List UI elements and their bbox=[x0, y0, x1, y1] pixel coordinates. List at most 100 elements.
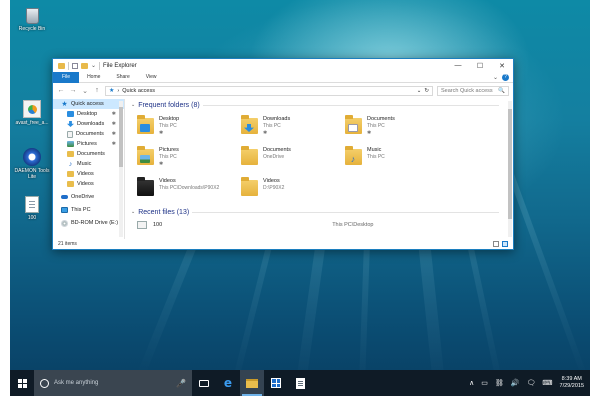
edge-button[interactable]: e bbox=[216, 370, 240, 396]
nav-item[interactable]: ★ Quick access bbox=[53, 99, 124, 109]
recycle-bin-icon bbox=[25, 8, 39, 24]
details-view-button[interactable] bbox=[493, 241, 499, 247]
tab-home[interactable]: Home bbox=[79, 72, 108, 83]
documents-icon bbox=[67, 130, 73, 138]
desktop-icon-daemon-tools[interactable]: DAEMON Tools Lite bbox=[10, 148, 54, 180]
nav-item[interactable]: Desktop ✱ bbox=[53, 109, 124, 119]
nav-scrollbar[interactable] bbox=[119, 101, 123, 237]
folder-name: Pictures bbox=[159, 147, 179, 153]
battery-icon[interactable]: ▭ bbox=[481, 379, 488, 387]
tab-share[interactable]: Share bbox=[108, 72, 137, 83]
nav-item[interactable]: ♪ Music bbox=[53, 159, 124, 169]
clock[interactable]: 8:39 AM 7/29/2015 bbox=[560, 376, 584, 390]
folder-tile[interactable]: Documents OneDrive bbox=[241, 146, 345, 171]
cortana-search-input[interactable]: Ask me anything 🎤 bbox=[34, 370, 192, 396]
customize-toolbar-icon[interactable]: ⌄ bbox=[91, 62, 96, 69]
file-explorer-icon bbox=[246, 378, 258, 388]
nav-item[interactable]: Downloads ✱ bbox=[53, 119, 124, 129]
network-icon[interactable]: ⛓ bbox=[495, 379, 504, 387]
address-dropdown-icon[interactable]: ⌄ bbox=[417, 88, 422, 94]
document-app-button[interactable] bbox=[288, 370, 312, 396]
expand-ribbon-icon[interactable]: ⌄ bbox=[493, 74, 498, 81]
folder-tile[interactable]: Downloads This PC ✱ bbox=[241, 115, 345, 140]
file-explorer-taskbar-button[interactable] bbox=[240, 370, 264, 396]
desktop-icon-label: Recycle Bin bbox=[18, 26, 46, 32]
folder-tile[interactable]: Documents This PC ✱ bbox=[345, 115, 449, 140]
folder-tile[interactable]: ♪ Music This PC bbox=[345, 146, 449, 171]
folder-icon bbox=[241, 177, 258, 196]
breadcrumb[interactable]: Quick access bbox=[122, 88, 155, 94]
folder-tile[interactable]: Videos This PC\Downloads\P90X2 bbox=[137, 177, 241, 202]
start-button[interactable] bbox=[10, 370, 34, 396]
collapse-icon: ⌄ bbox=[131, 209, 136, 215]
recent-file-location: This PC\Desktop bbox=[332, 222, 374, 228]
nav-item[interactable]: Videos bbox=[53, 179, 124, 189]
microphone-icon[interactable]: 🎤 bbox=[176, 379, 186, 388]
nav-item[interactable]: BD-ROM Drive (E:) bbox=[53, 218, 124, 228]
scrollbar-thumb[interactable] bbox=[508, 109, 512, 219]
volume-icon[interactable]: 🔊 bbox=[511, 379, 520, 387]
windows-logo-icon bbox=[17, 378, 27, 388]
new-folder-icon[interactable] bbox=[81, 62, 88, 69]
forward-button[interactable]: → bbox=[69, 87, 77, 94]
refresh-icon[interactable]: ↻ bbox=[424, 88, 429, 94]
show-hidden-icons-icon[interactable]: ∧ bbox=[469, 379, 474, 387]
nav-item-label: This PC bbox=[71, 207, 91, 213]
back-button[interactable]: ← bbox=[57, 87, 65, 94]
item-count: 21 items bbox=[58, 241, 77, 247]
folder-info: Documents This PC ✱ bbox=[367, 115, 395, 136]
pin-icon: ✱ bbox=[111, 141, 116, 147]
large-icons-view-button[interactable] bbox=[502, 241, 508, 247]
clock-time: 8:39 AM bbox=[561, 376, 582, 382]
properties-icon[interactable] bbox=[72, 62, 78, 69]
desktop-icon-recycle-bin[interactable]: Recycle Bin bbox=[10, 8, 54, 32]
frequent-folders-header[interactable]: ⌄ Frequent folders (8) bbox=[125, 99, 513, 111]
nav-item[interactable]: This PC bbox=[53, 205, 124, 215]
address-bar[interactable]: ★ › Quick access ⌄ ↻ bbox=[105, 85, 433, 96]
folder-icon bbox=[137, 177, 154, 196]
nav-item-label: BD-ROM Drive (E:) bbox=[71, 220, 119, 226]
nav-item[interactable]: Documents bbox=[53, 149, 124, 159]
document-icon bbox=[295, 377, 305, 389]
title-bar[interactable]: ⌄ File Explorer — ☐ ✕ bbox=[53, 59, 513, 72]
divider bbox=[202, 104, 499, 106]
tab-file[interactable]: File bbox=[53, 71, 80, 83]
folder-tile[interactable]: Videos D:\P90X2 bbox=[241, 177, 345, 202]
notifications-icon[interactable]: 🗨 bbox=[527, 379, 536, 387]
tab-view[interactable]: View bbox=[138, 72, 165, 83]
search-placeholder: Search Quick access bbox=[441, 87, 493, 94]
folder-icon bbox=[58, 62, 65, 69]
pin-icon: ✱ bbox=[111, 111, 116, 117]
close-button[interactable]: ✕ bbox=[491, 59, 513, 72]
recent-locations-button[interactable]: ⌄ bbox=[81, 87, 89, 95]
desktop-icon-installer[interactable]: avast_free_a... bbox=[10, 100, 54, 126]
maximize-button[interactable]: ☐ bbox=[469, 59, 491, 72]
store-icon bbox=[271, 378, 281, 388]
up-button[interactable]: ↑ bbox=[93, 87, 101, 94]
minimize-button[interactable]: — bbox=[447, 59, 469, 72]
store-button[interactable] bbox=[264, 370, 288, 396]
nav-item-label: Pictures bbox=[77, 141, 97, 147]
section-title: Recent files (13) bbox=[138, 208, 190, 216]
recent-files-header[interactable]: ⌄ Recent files (13) bbox=[125, 206, 513, 218]
nav-item[interactable]: OneDrive bbox=[53, 192, 124, 202]
nav-item[interactable]: Pictures ✱ bbox=[53, 139, 124, 149]
help-icon[interactable]: ? bbox=[502, 73, 509, 81]
keyboard-icon[interactable]: ⌨ bbox=[542, 379, 552, 387]
folder-location: This PC bbox=[263, 123, 281, 129]
task-view-button[interactable] bbox=[192, 370, 216, 396]
folder-tile[interactable]: Pictures This PC ✱ bbox=[137, 146, 241, 171]
folder-icon: ♪ bbox=[345, 146, 362, 165]
nav-item[interactable]: Documents ✱ bbox=[53, 129, 124, 139]
search-input[interactable]: Search Quick access 🔍 bbox=[437, 85, 509, 96]
desktop-icon-text-file[interactable]: 100 bbox=[10, 196, 54, 221]
scrollbar-thumb[interactable] bbox=[119, 107, 123, 167]
content-scrollbar[interactable] bbox=[508, 101, 512, 237]
list-item[interactable]: 100 This PC\Desktop bbox=[125, 218, 513, 232]
folder-tile[interactable]: Desktop This PC ✱ bbox=[137, 115, 241, 140]
taskbar: Ask me anything 🎤 e ∧ ▭ ⛓ 🔊 🗨 ⌨ 8:39 AM … bbox=[10, 370, 590, 396]
ribbon-tabs: File Home Share View ⌄ ? bbox=[53, 71, 513, 83]
folder-name: Documents bbox=[367, 116, 395, 122]
folder-name: Videos bbox=[263, 178, 280, 184]
nav-item[interactable]: Videos bbox=[53, 169, 124, 179]
